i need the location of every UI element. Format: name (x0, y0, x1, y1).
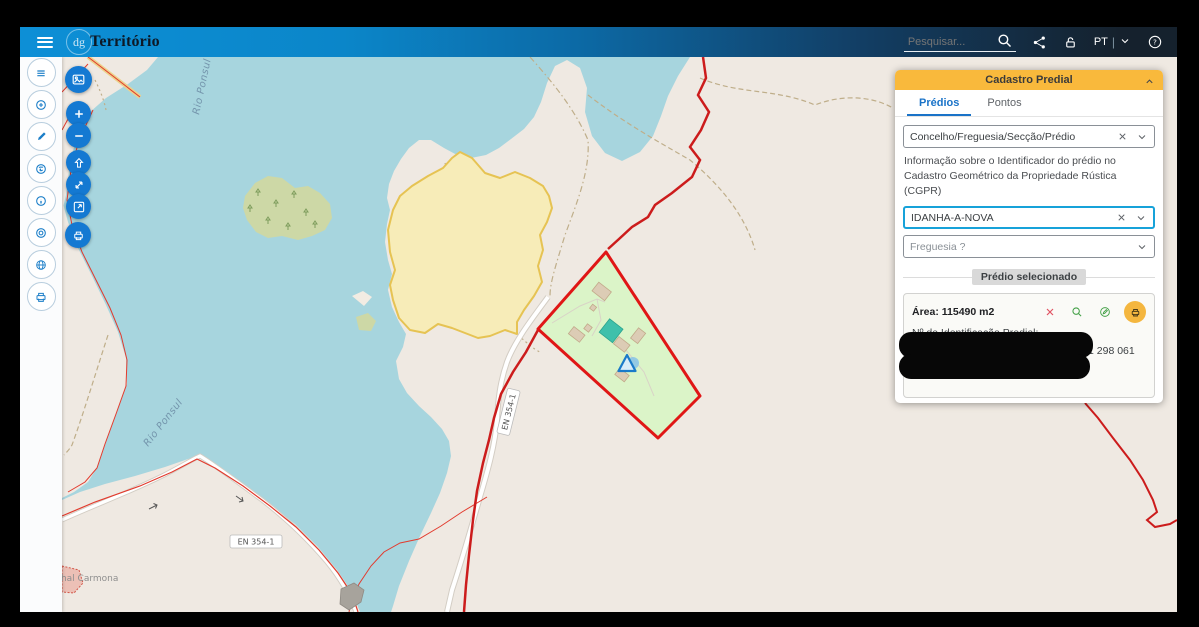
level-select-value: Concelho/Freguesia/Secção/Prédio (910, 131, 1117, 143)
chevron-down-icon[interactable] (1136, 241, 1148, 253)
selected-section-label: Prédio selecionado (972, 269, 1086, 285)
zoom-area-icon[interactable] (27, 90, 56, 119)
redaction-box (899, 354, 1090, 379)
tab-predios[interactable]: Prédios (905, 90, 973, 116)
print-parcel-button[interactable] (1124, 301, 1146, 323)
language-selector[interactable]: PT | (1094, 35, 1131, 50)
globe-icon[interactable] (27, 250, 56, 279)
svg-text:?: ? (1153, 38, 1157, 47)
logo-name: Território (90, 33, 160, 51)
app-logo[interactable]: dg Território (66, 27, 160, 57)
hamburger-menu-icon[interactable] (37, 34, 53, 48)
panel-tabs: Prédios Pontos (895, 90, 1163, 117)
help-icon[interactable]: ? (1147, 34, 1163, 50)
lock-icon[interactable] (1063, 35, 1078, 50)
logo-dg-circle: dg (66, 29, 92, 55)
panel-title: Cadastro Predial (985, 74, 1072, 86)
road-label-bottom: EN 354-1 (230, 535, 282, 548)
zoom-out-icon[interactable] (66, 123, 91, 148)
clear-icon[interactable] (1117, 131, 1128, 142)
language-label: PT (1094, 36, 1108, 48)
svg-text:EN 354-1: EN 354-1 (238, 538, 275, 547)
image-layer-icon[interactable] (65, 66, 92, 93)
app-window: Rio Ponsul Rio Ponsul EN 354-1 EN 354-1 … (20, 27, 1177, 612)
left-toolbar (20, 57, 62, 612)
topbar: dg Território PT | (20, 27, 1177, 57)
share-icon[interactable] (1032, 35, 1047, 50)
info-icon[interactable] (27, 186, 56, 215)
print-icon[interactable] (27, 282, 56, 311)
menu-icon[interactable] (27, 58, 56, 87)
panel-header[interactable]: Cadastro Predial (895, 70, 1163, 90)
freguesia-select[interactable]: Freguesia ? (903, 235, 1155, 258)
place-label: chal Carmona (62, 574, 118, 584)
measure-icon[interactable] (27, 122, 56, 151)
print-icon[interactable] (65, 222, 91, 248)
municipality-value: IDANHA-A-NOVA (911, 212, 1116, 224)
zoom-to-parcel-icon[interactable] (1070, 305, 1084, 319)
expand-icon[interactable] (66, 194, 91, 219)
selected-section-divider: Prédio selecionado (903, 269, 1155, 285)
parcel-area: Área: 115490 m2 (912, 306, 1030, 318)
search-box[interactable] (904, 32, 1016, 52)
basemap-icon[interactable] (27, 154, 56, 183)
level-select[interactable]: Concelho/Freguesia/Secção/Prédio (903, 125, 1155, 148)
freguesia-placeholder: Freguesia ? (910, 241, 1136, 253)
tab-pontos[interactable]: Pontos (973, 90, 1035, 116)
chevron-down-icon (1119, 35, 1131, 50)
info-text: Informação sobre o Identificador do préd… (904, 154, 1154, 199)
municipality-input[interactable]: IDANHA-A-NOVA (903, 206, 1155, 229)
remove-selection-icon[interactable] (1044, 306, 1056, 318)
clear-icon[interactable] (1116, 212, 1127, 223)
chevron-down-icon[interactable] (1135, 212, 1147, 224)
edit-parcel-icon[interactable] (1098, 305, 1112, 319)
search-icon[interactable] (996, 32, 1013, 49)
search-input[interactable] (906, 35, 996, 49)
chevron-down-icon[interactable] (1136, 131, 1148, 143)
chevron-up-icon[interactable] (1144, 74, 1155, 92)
settings-icon[interactable] (27, 218, 56, 247)
